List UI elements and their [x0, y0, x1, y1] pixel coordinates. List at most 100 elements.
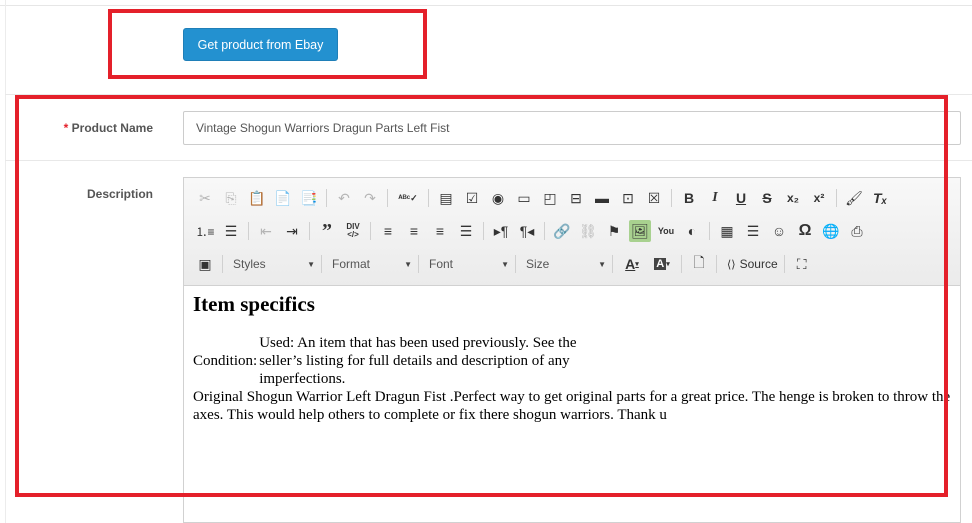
styles-dropdown-label: Styles — [233, 257, 266, 271]
font-dropdown[interactable]: Font ▼ — [425, 253, 513, 275]
get-product-from-ebay-button[interactable]: Get product from Ebay — [183, 28, 338, 61]
toolbar-separator — [515, 255, 516, 273]
toolbar-separator — [783, 255, 785, 273]
underline-icon[interactable]: U — [730, 187, 752, 209]
paste-icon[interactable]: 📋 — [246, 187, 268, 209]
justify-icon[interactable]: ☰ — [455, 220, 477, 242]
toolbar-separator — [248, 222, 249, 240]
decrease-indent-icon[interactable]: ⇤ — [255, 220, 277, 242]
font-dropdown-label: Font — [429, 257, 454, 271]
table-row: Condition: Used: An item that has been u… — [193, 334, 604, 388]
redo-icon[interactable]: ↷ — [359, 187, 381, 209]
toolbar-separator — [418, 255, 419, 273]
image-button-icon[interactable]: ⊡ — [617, 187, 639, 209]
undo-icon[interactable]: ↶ — [333, 187, 355, 209]
horizontal-line-icon[interactable]: ☰ — [742, 220, 764, 242]
preview-icon[interactable]: 🗋 — [688, 253, 710, 275]
toolbar-separator — [709, 222, 710, 240]
blockquote-icon[interactable]: ” — [316, 220, 338, 242]
button-icon[interactable]: ▬ — [591, 187, 613, 209]
youtube-icon[interactable]: You — [655, 220, 677, 242]
form-icon[interactable]: ▤ — [435, 187, 457, 209]
editor-content-area[interactable]: Item specifics Condition: Used: An item … — [193, 292, 953, 424]
smiley-icon[interactable]: ☺ — [768, 220, 790, 242]
checkbox-icon[interactable]: ☑ — [461, 187, 483, 209]
toolbar-separator — [836, 189, 837, 207]
product-name-label: * Product Name — [40, 121, 153, 135]
bold-icon[interactable]: B — [678, 187, 700, 209]
align-left-icon[interactable]: ≡ — [377, 220, 399, 242]
unlink-icon[interactable]: ⛓ — [577, 220, 599, 242]
text-direction-ltr-icon[interactable]: ▸¶ — [490, 220, 512, 242]
superscript-icon[interactable]: x² — [808, 187, 830, 209]
toolbar-separator — [428, 189, 429, 207]
description-label: Description — [86, 187, 153, 201]
radio-icon[interactable]: ◉ — [487, 187, 509, 209]
text-color-icon[interactable]: A ▾ — [619, 253, 645, 275]
chevron-down-icon: ▼ — [307, 259, 315, 269]
toolbar-separator — [370, 222, 371, 240]
align-right-icon[interactable]: ≡ — [429, 220, 451, 242]
select-icon[interactable]: ⊟ — [565, 187, 587, 209]
toolbar-separator — [716, 255, 717, 273]
description-editor: ✂ ⎘ 📋 📄 📑 ↶ ↷ ᴬᴮᶜ✓ ▤ ☑ ◉ ▭ ◰ ⊟ ▬ ⊡ ☒ B I… — [183, 177, 961, 523]
text-direction-rtl-icon[interactable]: ¶◂ — [516, 220, 538, 242]
subscript-icon[interactable]: x₂ — [782, 187, 804, 209]
toolbar-separator — [681, 255, 682, 273]
increase-indent-icon[interactable]: ⇥ — [281, 220, 303, 242]
table-icon[interactable]: ▦ — [716, 220, 738, 242]
row-divider — [5, 160, 972, 161]
source-button[interactable]: ⟨⟩ Source — [723, 257, 782, 271]
product-name-input[interactable] — [183, 111, 961, 145]
toolbar-separator — [671, 189, 672, 207]
toolbar-row-3: ▣ Styles ▼ Format ▼ Font ▼ Size ▼ A ▾ A … — [194, 251, 817, 277]
paste-text-icon[interactable]: 📄 — [272, 187, 294, 209]
toolbar-separator — [326, 189, 327, 207]
format-dropdown-label: Format — [332, 257, 371, 271]
link-icon[interactable]: 🔗 — [551, 220, 573, 242]
copy-icon[interactable]: ⎘ — [220, 187, 242, 209]
page-break-icon[interactable]: ⎙ — [846, 220, 868, 242]
toolbar-separator — [222, 255, 223, 273]
chevron-down-icon: ▼ — [501, 259, 509, 269]
align-center-icon[interactable]: ≡ — [403, 220, 425, 242]
toolbar-row-1: ✂ ⎘ 📋 📄 📑 ↶ ↷ ᴬᴮᶜ✓ ▤ ☑ ◉ ▭ ◰ ⊟ ▬ ⊡ ☒ B I… — [194, 185, 895, 211]
toolbar-row-2: ⒈≡ ☰ ⇤ ⇥ ” DIV </> ≡ ≡ ≡ ☰ ▸¶ ¶◂ 🔗 ⛓ ⚑ 🖼 … — [194, 218, 872, 244]
paste-from-word-icon[interactable]: 📑 — [298, 187, 320, 209]
size-dropdown[interactable]: Size ▼ — [522, 253, 610, 275]
toolbar-separator — [309, 222, 310, 240]
flash-icon[interactable]: ◐ — [681, 220, 703, 242]
copy-formatting-icon[interactable]: 🖌 — [843, 187, 865, 209]
product-name-label-text: Product Name — [71, 121, 153, 135]
maximize-icon[interactable]: ⛶ — [791, 253, 813, 275]
italic-icon[interactable]: I — [704, 187, 726, 209]
spellcheck-icon[interactable]: ᴬᴮᶜ✓ — [394, 187, 422, 209]
create-div-icon[interactable]: DIV </> — [342, 220, 364, 242]
special-character-icon[interactable]: Ω — [794, 220, 816, 242]
row-divider — [5, 94, 972, 95]
background-color-icon[interactable]: A ▾ — [649, 253, 675, 275]
toolbar-separator — [483, 222, 484, 240]
textarea-icon[interactable]: ◰ — [539, 187, 561, 209]
toolbar-separator — [387, 189, 388, 207]
spec-value: Used: An item that has been used previou… — [259, 335, 577, 387]
image-icon[interactable]: 🖼 — [629, 220, 651, 242]
remove-format-icon[interactable]: Tₓ — [869, 187, 891, 209]
cut-icon[interactable]: ✂ — [194, 187, 216, 209]
styles-dropdown[interactable]: Styles ▼ — [229, 253, 319, 275]
anchor-icon[interactable]: ⚑ — [603, 220, 625, 242]
text-field-icon[interactable]: ▭ — [513, 187, 535, 209]
toolbar-separator — [321, 255, 322, 273]
format-dropdown[interactable]: Format ▼ — [328, 253, 416, 275]
toolbar-separator — [544, 222, 545, 240]
item-specifics-table: Condition: Used: An item that has been u… — [193, 334, 604, 388]
chevron-down-icon: ▼ — [598, 259, 606, 269]
iframe-icon[interactable]: 🌐 — [820, 220, 842, 242]
chevron-down-icon: ▼ — [404, 259, 412, 269]
numbered-list-icon[interactable]: ⒈≡ — [194, 220, 216, 242]
show-blocks-icon[interactable]: ▣ — [194, 253, 216, 275]
strikethrough-icon[interactable]: S — [756, 187, 778, 209]
left-border — [5, 0, 6, 523]
hidden-field-icon[interactable]: ☒ — [643, 187, 665, 209]
bulleted-list-icon[interactable]: ☰ — [220, 220, 242, 242]
